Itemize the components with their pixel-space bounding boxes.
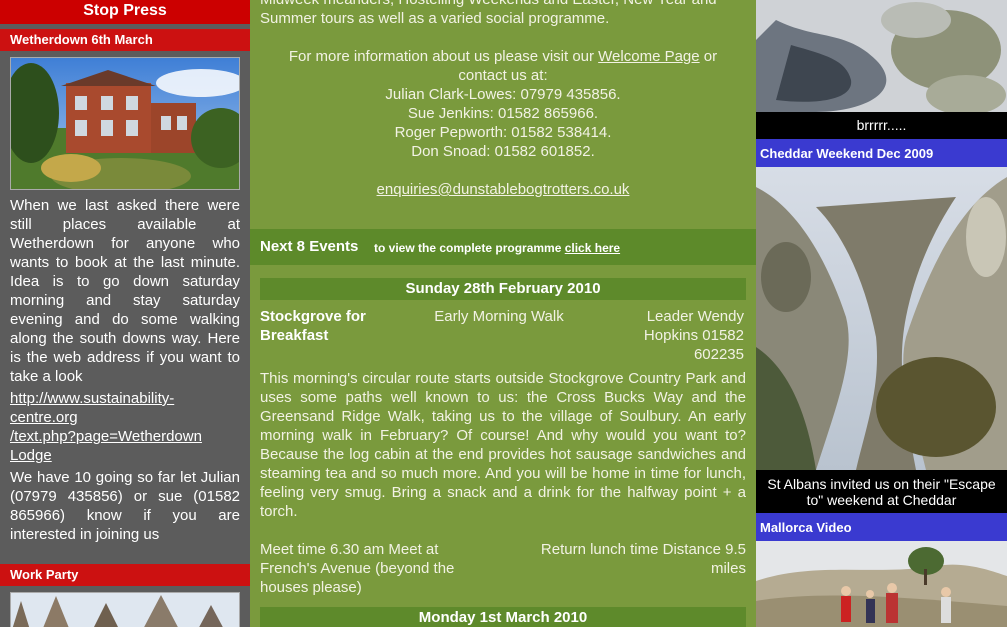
meet-line: Meet time 6.30 am Meet at	[260, 541, 439, 558]
event-title-line: Breakfast	[260, 327, 329, 344]
wetherdown-description: When we last asked there were still plac…	[10, 197, 240, 385]
wetherdown-link[interactable]: http://www.sustainability- centre.org /t…	[10, 390, 202, 464]
wetherdown-heading: Wetherdown 6th March	[0, 29, 250, 51]
stop-press-header: Stop Press	[0, 0, 250, 24]
main-content: Midweek meanders, Hostelling Weekends an…	[250, 0, 756, 627]
trees-image	[11, 593, 239, 627]
mallorca-video-thumbnail[interactable]	[756, 541, 1007, 627]
leader-line: Hopkins 01582	[643, 327, 744, 344]
frozen-stream-image	[756, 0, 1007, 112]
more-info-or: or	[699, 48, 718, 65]
contact-roger: Roger Pepworth: 01582 538414.	[394, 124, 612, 141]
welcome-page-link[interactable]: Welcome Page	[598, 48, 699, 65]
link-line: centre.org	[10, 409, 78, 426]
snow-photo	[756, 0, 1007, 112]
wetherdown-booking-note: We have 10 going so far let Julian (0797…	[10, 469, 240, 543]
leader-line: Leader Wendy	[646, 308, 744, 325]
event-leader: Leader Wendy Hopkins 01582 602235	[596, 307, 744, 364]
intro-line: Summer tours as well as a varied social …	[260, 10, 610, 27]
cheddar-caption-line: St Albans invited us on their "Escape	[767, 476, 996, 492]
event-title: Stockgrove for Breakfast	[260, 307, 430, 345]
event-type: Early Morning Walk	[434, 308, 564, 325]
contact-sue: Sue Jenkins: 01582 865966.	[407, 105, 599, 122]
cheddar-caption-line: to" weekend at Cheddar	[806, 492, 957, 508]
left-sidebar: Stop Press Wetherdown 6th March When we …	[0, 0, 250, 627]
next-events-bar: Next 8 Events to view the complete progr…	[250, 229, 756, 265]
intro-text: Midweek meanders, Hostelling Weekends an…	[260, 0, 746, 28]
return-line: miles	[710, 560, 746, 577]
return-line: Return lunch time Distance 9.5	[540, 541, 746, 558]
event-description: This morning's circular route starts out…	[260, 370, 746, 520]
leader-line: 602235	[693, 346, 744, 363]
next-events-subtitle: to view the complete programme click her…	[374, 241, 620, 255]
right-sidebar: brrrrr..... Cheddar Weekend Dec 2009 St …	[756, 0, 1007, 627]
programme-text: to view the complete programme	[374, 241, 565, 255]
email-link[interactable]: enquiries@dunstablebogtrotters.co.uk	[377, 181, 630, 198]
mallorca-heading: Mallorca Video	[756, 513, 1007, 541]
next-events-title: Next 8 Events	[260, 238, 359, 255]
link-line: /text.php?page=Wetherdown	[10, 428, 202, 445]
meet-line: houses please)	[260, 579, 362, 596]
complete-programme-link[interactable]: click here	[565, 241, 620, 255]
work-party-photo	[10, 592, 240, 627]
more-info-text: For more information about us please vis…	[288, 48, 599, 65]
house-image	[11, 58, 239, 189]
mallorca-walkers-image	[756, 541, 1007, 627]
wetherdown-house-photo	[10, 57, 240, 190]
cheddar-gorge-photo	[756, 167, 1007, 470]
work-party-heading: Work Party	[0, 564, 250, 586]
cheddar-caption: St Albans invited us on their "Escape to…	[756, 476, 1007, 508]
contact-julian: Julian Clark-Lowes: 07979 435856.	[385, 86, 621, 103]
event-date-bar: Sunday 28th February 2010	[260, 278, 746, 300]
intro-line: Midweek meanders, Hostelling Weekends an…	[260, 0, 717, 8]
meet-line: French's Avenue (beyond the	[260, 560, 455, 577]
link-line: http://www.sustainability-	[10, 390, 175, 407]
contact-at-label: contact us at:	[458, 67, 548, 84]
event-title-line: Stockgrove for	[260, 308, 366, 325]
wetherdown-link-block: http://www.sustainability- centre.org /t…	[10, 389, 240, 465]
event-return-info: Return lunch time Distance 9.5 miles	[500, 540, 746, 578]
contact-don: Don Snoad: 01582 601852.	[411, 143, 595, 160]
event-meet-info: Meet time 6.30 am Meet at French's Avenu…	[260, 540, 500, 597]
event-date-bar: Monday 1st March 2010	[260, 607, 746, 627]
gorge-image	[756, 167, 1007, 470]
more-info: For more information about us please vis…	[260, 47, 746, 199]
link-line: Lodge	[10, 447, 52, 464]
snow-caption: brrrrr.....	[856, 117, 907, 133]
cheddar-heading: Cheddar Weekend Dec 2009	[756, 139, 1007, 167]
